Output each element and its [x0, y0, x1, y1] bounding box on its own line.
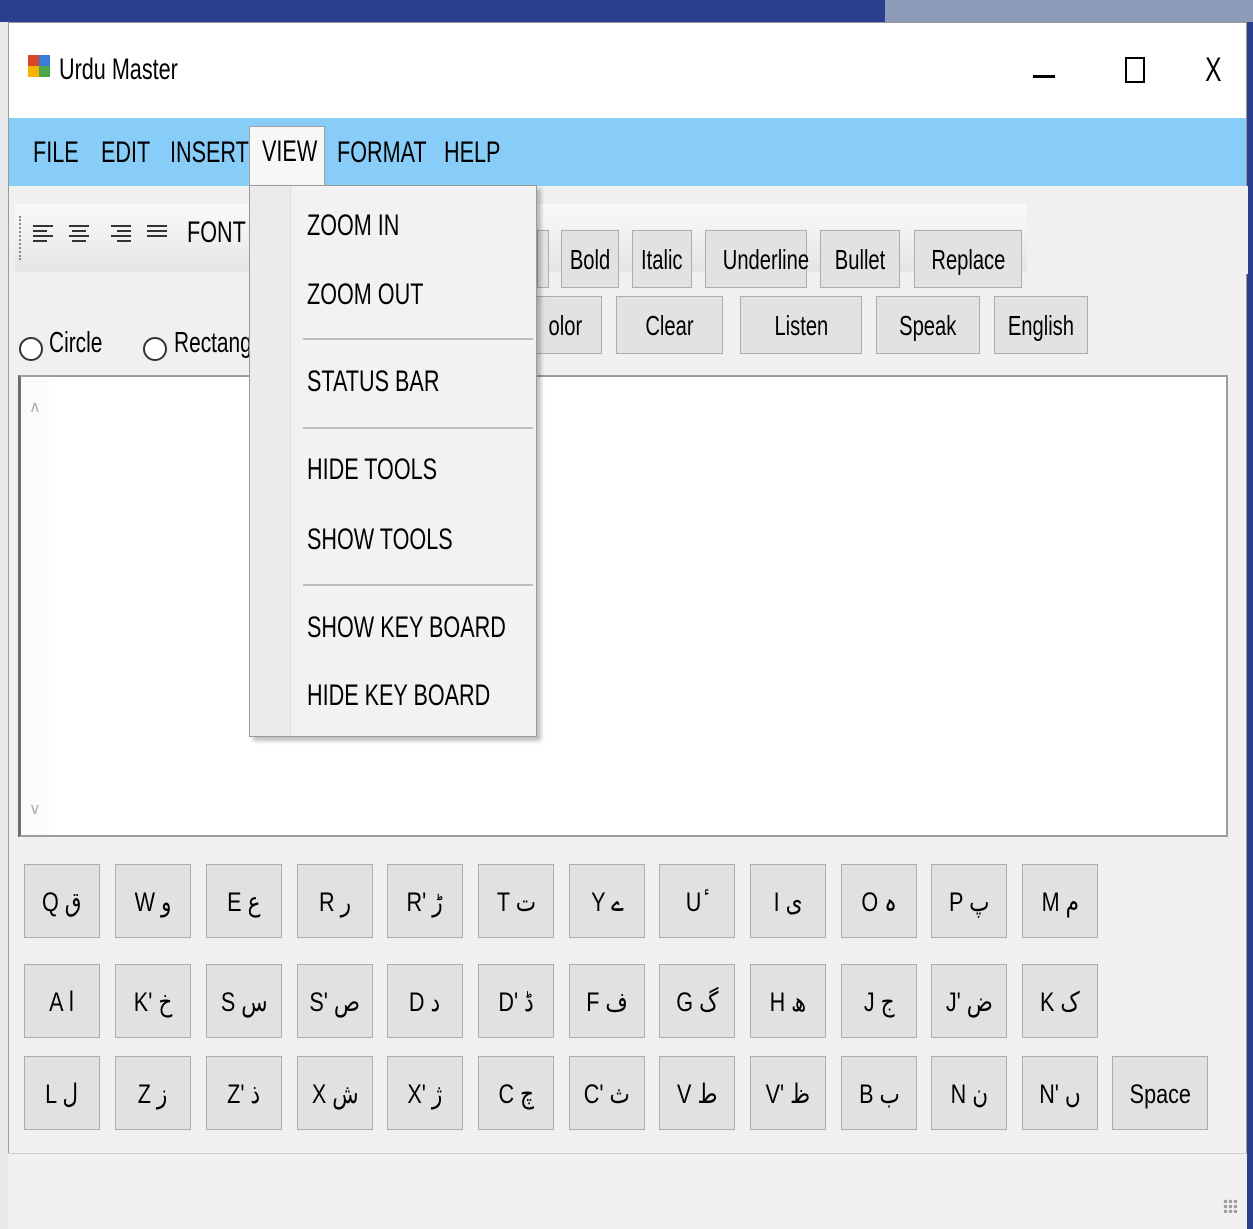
key[interactable]: W و: [115, 864, 191, 938]
menu-separator: [303, 338, 533, 340]
view-dropdown-menu: ZOOM IN ZOOM OUT STATUS BAR HIDE TOOLS S…: [249, 185, 537, 737]
close-icon: X: [1204, 51, 1222, 89]
minimize-button[interactable]: [1013, 45, 1073, 95]
key[interactable]: X' ژ: [387, 1056, 463, 1130]
key[interactable]: N ن: [931, 1056, 1007, 1130]
rectangle-radio[interactable]: [143, 337, 167, 361]
toolbar-grip[interactable]: [19, 216, 24, 260]
key[interactable]: V ط: [659, 1056, 735, 1130]
key[interactable]: G گ: [659, 964, 735, 1038]
menu-zoom-out[interactable]: ZOOM OUT: [307, 275, 469, 315]
scroll-down-icon[interactable]: ∨: [29, 799, 41, 819]
scroll-up-icon[interactable]: ∧: [29, 397, 41, 417]
key[interactable]: J' ض: [931, 964, 1007, 1038]
key[interactable]: O ہ: [841, 864, 917, 938]
key[interactable]: D' ڈ: [478, 964, 554, 1038]
status-bar: [8, 1153, 1247, 1225]
menu-help[interactable]: HELP: [440, 128, 526, 178]
menu-show-tools[interactable]: SHOW TOOLS: [307, 520, 509, 560]
app-icon: [28, 55, 50, 77]
menu-bar: FILE EDIT INSERT VIEW FORMAT HELP: [9, 118, 1246, 186]
key[interactable]: C چ: [478, 1056, 554, 1130]
justify-icon[interactable]: [147, 222, 167, 252]
editor-scrollbar[interactable]: ∧ ∨: [21, 377, 49, 835]
key[interactable]: L ل: [24, 1056, 100, 1130]
key[interactable]: H ھ: [750, 964, 826, 1038]
maximize-button[interactable]: [1105, 45, 1165, 95]
menu-separator: [303, 427, 533, 429]
resize-grip-icon[interactable]: [1223, 1199, 1237, 1213]
key[interactable]: Z ز: [115, 1056, 191, 1130]
key[interactable]: V' ظ: [750, 1056, 826, 1130]
listen-button[interactable]: Listen: [740, 296, 862, 354]
key[interactable]: J ج: [841, 964, 917, 1038]
menu-gutter: [250, 186, 291, 736]
key[interactable]: U ٔ: [659, 864, 735, 938]
text-editor[interactable]: ∧ ∨: [18, 375, 1228, 837]
format-toolbar: FONT Bold Italic Underline Bullet Replac…: [9, 186, 1248, 288]
title-bar: Urdu Master X: [9, 23, 1246, 118]
key[interactable]: S س: [206, 964, 282, 1038]
speak-button[interactable]: Speak: [876, 296, 980, 354]
close-button[interactable]: X: [1183, 45, 1243, 95]
desktop-edge-left: [0, 22, 8, 1229]
menu-hide-keyboard[interactable]: HIDE KEY BOARD: [307, 676, 562, 716]
key[interactable]: B ب: [841, 1056, 917, 1130]
key[interactable]: T ت: [478, 864, 554, 938]
key[interactable]: Z' ذ: [206, 1056, 282, 1130]
clear-button[interactable]: Clear: [616, 296, 723, 354]
align-center-icon[interactable]: [69, 222, 89, 252]
key[interactable]: P پ: [931, 864, 1007, 938]
key[interactable]: R' ڑ: [387, 864, 463, 938]
key[interactable]: Q ق: [24, 864, 100, 938]
menu-status-bar[interactable]: STATUS BAR: [307, 362, 491, 402]
maximize-icon: [1125, 57, 1145, 83]
key[interactable]: K ک: [1022, 964, 1098, 1038]
replace-button[interactable]: Replace: [914, 230, 1022, 288]
menu-show-keyboard[interactable]: SHOW KEY BOARD: [307, 608, 583, 648]
key[interactable]: A ا: [24, 964, 100, 1038]
key[interactable]: M م: [1022, 864, 1098, 938]
align-left-icon[interactable]: [33, 222, 53, 252]
menu-view[interactable]: VIEW: [249, 126, 325, 186]
key[interactable]: X ش: [297, 1056, 373, 1130]
key[interactable]: C' ث: [569, 1056, 645, 1130]
desktop-strip-right: [885, 0, 1253, 22]
key[interactable]: N' ں: [1022, 1056, 1098, 1130]
key[interactable]: Y ے: [569, 864, 645, 938]
hidden-button-edge: [537, 230, 549, 288]
key[interactable]: K' خ: [115, 964, 191, 1038]
menu-separator: [303, 584, 533, 586]
circle-radio[interactable]: [19, 337, 43, 361]
key[interactable]: D د: [387, 964, 463, 1038]
key[interactable]: E ع: [206, 864, 282, 938]
key[interactable]: F ف: [569, 964, 645, 1038]
align-right-icon[interactable]: [111, 222, 131, 252]
key[interactable]: S' ص: [297, 964, 373, 1038]
key[interactable]: R ر: [297, 864, 373, 938]
underline-button[interactable]: Underline: [705, 230, 809, 288]
space-key[interactable]: Space: [1112, 1056, 1208, 1130]
english-button[interactable]: English: [994, 296, 1088, 354]
menu-zoom-in[interactable]: ZOOM IN: [307, 206, 435, 246]
italic-button[interactable]: Italic: [632, 230, 692, 288]
key[interactable]: I ی: [750, 864, 826, 938]
bold-button[interactable]: Bold: [561, 230, 619, 288]
bullet-button[interactable]: Bullet: [820, 230, 900, 288]
window-title: Urdu Master: [59, 53, 178, 86]
minimize-icon: [1033, 75, 1055, 78]
menu-edit[interactable]: EDIT: [97, 128, 173, 178]
circle-label: Circle: [49, 327, 103, 359]
menu-file[interactable]: FILE: [29, 128, 100, 178]
menu-hide-tools[interactable]: HIDE TOOLS: [307, 450, 488, 490]
